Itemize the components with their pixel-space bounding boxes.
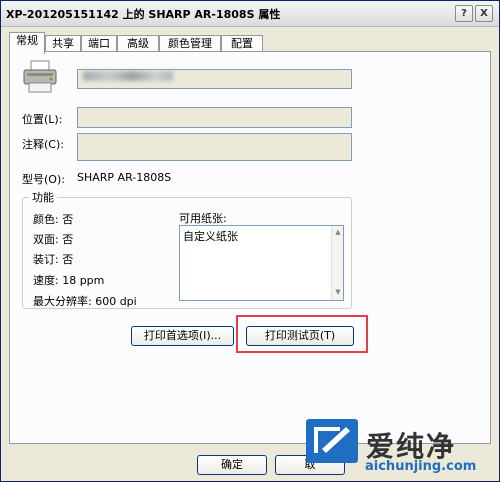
close-button[interactable]: X (475, 5, 493, 22)
paper-list-label: 可用纸张: (179, 212, 227, 225)
scroll-down-icon[interactable]: ▼ (332, 288, 344, 296)
paper-list[interactable]: 自定义纸张 ▲ ▼ (179, 225, 344, 301)
test-page-highlight (236, 315, 368, 353)
comment-field[interactable] (77, 133, 352, 161)
paper-list-item[interactable]: 自定义纸张 (183, 228, 238, 244)
feature-max-resolution: 最大分辨率: 600 dpi (33, 295, 137, 308)
printing-preferences-button[interactable]: 打印首选项(I)... (131, 326, 234, 346)
title-bar[interactable]: XP-201205151142 上的 SHARP AR-1808S 属性 ? X (1, 1, 499, 27)
printer-icon (23, 60, 57, 93)
watermark-url: aichunjing.com (365, 459, 477, 474)
ok-button[interactable]: 确定 (197, 455, 267, 475)
feature-duplex: 双面: 否 (33, 233, 74, 246)
features-group-title: 功能 (29, 189, 57, 205)
watermark-logo-icon (306, 419, 358, 463)
tab-general[interactable]: 常规 (9, 32, 45, 54)
feature-speed: 速度: 18 ppm (33, 274, 105, 287)
model-label: 型号(O): (22, 173, 65, 186)
paper-list-scrollbar[interactable]: ▲ ▼ (331, 226, 343, 300)
printer-properties-dialog: XP-201205151142 上的 SHARP AR-1808S 属性 ? X… (0, 0, 500, 482)
window-title: XP-201205151142 上的 SHARP AR-1808S 属性 (6, 8, 281, 21)
scroll-up-icon[interactable]: ▲ (332, 228, 344, 236)
feature-staple: 装订: 否 (33, 253, 74, 266)
location-label: 位置(L): (22, 113, 63, 126)
location-field[interactable] (77, 107, 352, 128)
printer-name-obscured (83, 71, 173, 81)
help-button[interactable]: ? (455, 5, 473, 22)
model-value: SHARP AR-1808S (77, 171, 172, 184)
comment-label: 注释(C): (22, 138, 64, 151)
feature-color: 颜色: 否 (33, 213, 74, 226)
